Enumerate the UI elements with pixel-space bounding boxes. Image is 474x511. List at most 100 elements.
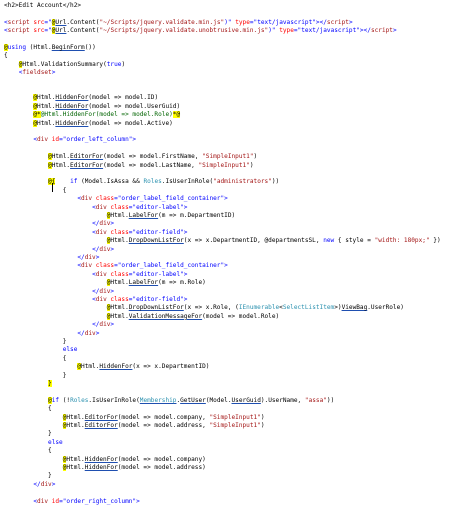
code-token: script bbox=[7, 27, 30, 35]
code-token: Html. bbox=[37, 94, 56, 102]
code-token: Html. bbox=[110, 312, 129, 320]
code-token: } bbox=[62, 371, 67, 379]
code-token: Roles bbox=[70, 396, 89, 404]
code-line: <div id="order_left_column"> bbox=[4, 135, 136, 144]
code-editor[interactable]: <h2>Edit Account</h2> <script src="@Url.C… bbox=[0, 0, 474, 511]
code-token: "SimpleInput1" bbox=[209, 413, 261, 421]
code-token: > bbox=[348, 18, 353, 26]
code-token: if bbox=[51, 396, 60, 404]
code-token: div bbox=[95, 228, 107, 236]
code-line: <h2>Edit Account</h2> bbox=[4, 1, 81, 10]
code-token: Html. bbox=[110, 212, 129, 219]
code-token: (x => x.DepartmentID) bbox=[132, 363, 210, 371]
code-line: @using (Html.BeginForm()) bbox=[4, 43, 96, 52]
code-token: HiddenFor bbox=[84, 464, 118, 471]
code-token: ).UserName, bbox=[260, 396, 305, 404]
code-line: @if (!Roles.IsUserInRole(Membership.GetU… bbox=[4, 396, 334, 405]
code-token: HiddenFor bbox=[99, 363, 133, 371]
code-token: ="order_left_column"> bbox=[59, 136, 137, 144]
code-token: EditorFor bbox=[70, 153, 104, 161]
code-token: > bbox=[392, 27, 397, 35]
code-token: "~/Scripts/jquery.validate.unobtrusive.m… bbox=[99, 27, 269, 35]
code-token: > bbox=[110, 321, 115, 329]
code-token: div bbox=[99, 245, 111, 253]
code-token: ="order_label_field_container"> bbox=[114, 262, 228, 270]
code-token: class bbox=[106, 228, 129, 236]
code-token: fieldset bbox=[22, 69, 52, 77]
code-token: script bbox=[7, 18, 30, 26]
code-token: class bbox=[92, 195, 115, 203]
code-token: class bbox=[92, 262, 115, 270]
code-token: type bbox=[231, 18, 250, 26]
code-token: (x => x.Role, ( bbox=[183, 304, 239, 312]
code-token: Html. bbox=[81, 363, 100, 371]
code-token: LabelFor bbox=[128, 279, 159, 287]
code-token: { bbox=[4, 52, 8, 60]
code-token: ="order_right_column"> bbox=[59, 497, 140, 505]
code-line: @Html.HiddenFor(model => model.Active) bbox=[4, 119, 173, 128]
code-token: (Model.IsAssa && bbox=[77, 178, 144, 186]
code-token: (Model. bbox=[205, 396, 232, 404]
code-token: (Html. bbox=[26, 44, 52, 51]
code-token: HiddenFor bbox=[55, 119, 89, 127]
code-token: else bbox=[62, 346, 78, 354]
code-token: (model => model.address, bbox=[117, 422, 210, 429]
code-token: (model => model.Role) bbox=[202, 312, 280, 320]
code-token: id bbox=[48, 136, 60, 144]
code-token: "administrators" bbox=[213, 178, 272, 186]
code-token: div bbox=[99, 321, 111, 329]
code-token: { bbox=[48, 405, 52, 413]
code-line: <div id="order_right_column"> bbox=[4, 497, 140, 506]
code-token: =" bbox=[44, 18, 52, 26]
code-token: div bbox=[84, 329, 96, 337]
code-token: Html. bbox=[37, 119, 56, 127]
code-token: BeginForm bbox=[51, 44, 85, 51]
code-token: (model => model.ID) bbox=[88, 94, 159, 102]
code-token: EditorFor bbox=[84, 413, 118, 421]
code-token: > bbox=[95, 329, 100, 337]
code-token: div bbox=[95, 203, 107, 211]
code-token: } bbox=[48, 472, 52, 480]
code-token: .Content( bbox=[66, 18, 100, 26]
code-token: ="editor-field"> bbox=[128, 296, 188, 303]
code-token: Url bbox=[55, 18, 67, 26]
code-token: >) bbox=[334, 304, 342, 312]
code-token: "width: 180px;" bbox=[374, 237, 430, 245]
code-token: .Content( bbox=[66, 27, 100, 35]
code-token: (m => m.Role) bbox=[158, 279, 206, 287]
code-token: (model => model.Active) bbox=[88, 119, 173, 127]
code-token: (! bbox=[59, 396, 71, 404]
code-token: div bbox=[99, 220, 111, 228]
code-token: "SimpleInput1" bbox=[198, 161, 250, 169]
code-token: (m => m.DepartmentID) bbox=[158, 212, 236, 219]
code-token: EditorFor bbox=[70, 161, 104, 169]
code-token: }) bbox=[429, 237, 441, 245]
code-token: { bbox=[62, 354, 67, 362]
code-token: type bbox=[275, 27, 294, 35]
code-token: div bbox=[40, 480, 52, 488]
code-token: .IsUserInRole( bbox=[88, 396, 140, 404]
code-token: Html. bbox=[110, 304, 129, 312]
